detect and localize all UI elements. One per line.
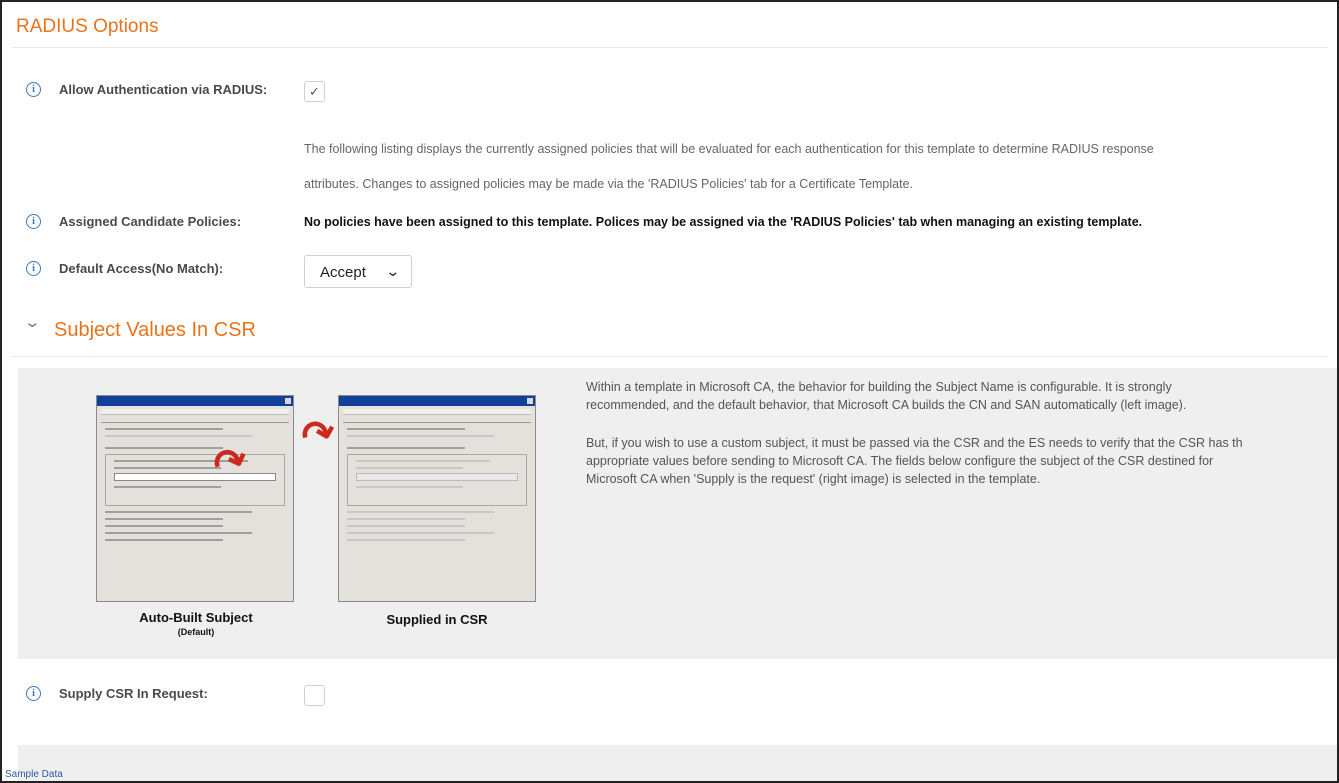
chevron-down-icon: ⌄ <box>385 263 401 279</box>
close-icon <box>285 398 291 404</box>
supply-csr-label: Supply CSR In Request: <box>59 686 208 701</box>
collapse-chevron-icon[interactable]: ⌄ <box>23 313 41 331</box>
info-icon[interactable]: i <box>26 686 41 701</box>
dialog-titlebar <box>97 396 293 406</box>
policy-description-line2: attributes. Changes to assigned policies… <box>304 177 914 191</box>
auto-built-subject-subcaption: (Default) <box>177 627 215 637</box>
section-divider <box>12 47 1327 48</box>
supplied-in-csr-image <box>338 395 536 602</box>
radius-options-title: RADIUS Options <box>16 16 159 37</box>
dialog-groupbox <box>347 454 527 506</box>
close-icon <box>527 398 533 404</box>
info-icon[interactable]: i <box>26 261 41 276</box>
default-access-label: Default Access(No Match): <box>59 261 224 276</box>
paragraph-line: appropriate values before sending to Mic… <box>586 454 1214 468</box>
allow-auth-checkbox[interactable]: ✓ <box>304 81 325 102</box>
info-icon[interactable]: i <box>26 82 41 97</box>
dialog-tabs <box>343 409 531 423</box>
policy-description-line1: The following listing displays the curre… <box>304 142 1154 156</box>
subject-explanation-1: Within a template in Microsoft CA, the b… <box>586 378 1337 414</box>
dialog-titlebar <box>339 396 535 406</box>
supply-csr-checkbox[interactable] <box>304 685 325 706</box>
default-access-select[interactable]: Accept ⌄ <box>304 255 412 288</box>
auto-built-subject-image <box>96 395 294 602</box>
sample-data-link[interactable]: Sample Data <box>5 769 63 780</box>
auto-built-subject-caption: Auto-Built Subject <box>139 610 253 625</box>
dialog-groupbox <box>105 454 285 506</box>
default-access-value: Accept <box>320 264 366 281</box>
info-icon[interactable]: i <box>26 214 41 229</box>
footer-bar <box>18 745 1337 781</box>
subject-explanation-2: But, if you wish to use a custom subject… <box>586 434 1337 488</box>
allow-auth-label: Allow Authentication via RADIUS: <box>59 82 268 97</box>
section-divider <box>12 356 1327 357</box>
paragraph-line: recommended, and the default behavior, t… <box>586 398 1187 412</box>
subject-values-title: Subject Values In CSR <box>54 319 256 341</box>
supplied-in-csr-caption: Supplied in CSR <box>386 612 488 627</box>
assigned-policies-label: Assigned Candidate Policies: <box>59 214 242 229</box>
paragraph-line: Microsoft CA when 'Supply is the request… <box>586 472 1041 486</box>
dialog-tabs <box>101 409 289 423</box>
paragraph-line: But, if you wish to use a custom subject… <box>586 436 1243 450</box>
assigned-policies-message: No policies have been assigned to this t… <box>304 215 1143 229</box>
paragraph-line: Within a template in Microsoft CA, the b… <box>586 380 1172 394</box>
page-frame: RADIUS Options i Allow Authentication vi… <box>0 0 1339 783</box>
